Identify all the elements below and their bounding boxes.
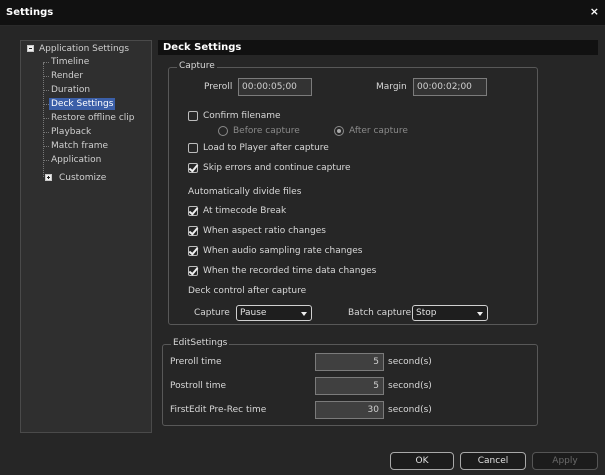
checkbox-box <box>188 246 198 256</box>
apply-button[interactable]: Apply <box>532 452 598 470</box>
tree-item-render[interactable]: Render <box>51 70 83 82</box>
checkbox-box <box>188 226 198 236</box>
close-icon[interactable]: × <box>590 5 599 18</box>
timecode-break-label: At timecode Break <box>203 206 287 216</box>
checkbox-box <box>188 111 198 121</box>
cancel-button[interactable]: Cancel <box>460 452 526 470</box>
audio-sampling-checkbox[interactable]: When audio sampling rate changes <box>188 246 362 256</box>
tree-connector <box>43 118 49 119</box>
margin-label: Margin <box>376 82 407 92</box>
confirm-filename-label: Confirm filename <box>203 111 281 121</box>
firstedit-field[interactable]: 30 <box>315 401 384 419</box>
load-to-player-checkbox[interactable]: Load to Player after capture <box>188 143 329 153</box>
tree-connector <box>43 76 49 77</box>
confirm-filename-checkbox[interactable]: Confirm filename <box>188 111 281 121</box>
postroll-time-field[interactable]: 5 <box>315 377 384 395</box>
before-capture-label: Before capture <box>233 126 300 136</box>
recorded-time-label: When the recorded time data changes <box>203 266 377 276</box>
window-title: Settings <box>6 7 54 18</box>
batch-capture-label: Batch capture <box>348 308 412 318</box>
batch-capture-value: Stop <box>416 308 437 318</box>
ok-button[interactable]: OK <box>390 452 454 470</box>
recorded-time-checkbox[interactable]: When the recorded time data changes <box>188 266 376 276</box>
timecode-break-checkbox[interactable]: At timecode Break <box>188 206 286 216</box>
checkbox-box <box>188 206 198 216</box>
preroll-label: Preroll <box>204 82 233 92</box>
tree-item-restore-offline-clip[interactable]: Restore offline clip <box>51 112 134 124</box>
tree-item-deck-settings[interactable]: Deck Settings <box>49 98 116 110</box>
panel-header: Deck Settings <box>158 40 598 55</box>
settings-window: Application Settings Timeline Render Dur… <box>0 26 605 475</box>
skip-errors-checkbox[interactable]: Skip errors and continue capture <box>188 163 351 173</box>
batch-capture-select[interactable]: Stop <box>412 305 488 321</box>
after-capture-radio[interactable]: After capture <box>334 126 408 136</box>
audio-sampling-label: When audio sampling rate changes <box>203 246 363 256</box>
aspect-ratio-label: When aspect ratio changes <box>203 226 326 236</box>
settings-tree[interactable]: Application Settings Timeline Render Dur… <box>20 40 152 433</box>
preroll-time-field[interactable]: 5 <box>315 353 384 371</box>
tree-item-match-frame[interactable]: Match frame <box>51 140 108 152</box>
radio-circle <box>218 126 228 136</box>
edit-settings-legend: EditSettings <box>171 338 230 348</box>
capture-legend: Capture <box>177 61 217 71</box>
tree-connector <box>43 62 49 63</box>
checkbox-box <box>188 143 198 153</box>
postroll-time-label: Postroll time <box>170 381 227 391</box>
collapse-icon[interactable] <box>27 45 34 52</box>
checkbox-box <box>188 266 198 276</box>
title-bar: Settings × <box>0 0 605 26</box>
postroll-time-unit: second(s) <box>388 381 432 391</box>
tree-item-timeline[interactable]: Timeline <box>51 56 89 68</box>
capture-mode-label: Capture <box>194 308 230 318</box>
auto-divide-label: Automatically divide files <box>188 187 302 197</box>
chevron-down-icon <box>301 312 307 316</box>
load-to-player-label: Load to Player after capture <box>203 143 329 153</box>
tree-connector <box>43 132 49 133</box>
tree-item-application[interactable]: Application <box>51 154 101 166</box>
tree-item-application-settings[interactable]: Application Settings <box>39 43 129 55</box>
expand-icon[interactable] <box>45 174 52 181</box>
tree-item-duration[interactable]: Duration <box>51 84 90 96</box>
preroll-time-label: Preroll time <box>170 357 222 367</box>
skip-errors-label: Skip errors and continue capture <box>203 163 351 173</box>
margin-field[interactable]: 00:00:02;00 <box>413 78 487 96</box>
tree-item-customize[interactable]: Customize <box>59 172 106 184</box>
before-capture-radio[interactable]: Before capture <box>218 126 300 136</box>
chevron-down-icon <box>477 312 483 316</box>
deck-control-label: Deck control after capture <box>188 286 307 296</box>
preroll-time-unit: second(s) <box>388 357 432 367</box>
tree-item-playback[interactable]: Playback <box>51 126 91 138</box>
capture-mode-value: Pause <box>240 308 267 318</box>
firstedit-label: FirstEdit Pre-Rec time <box>170 405 267 415</box>
aspect-ratio-checkbox[interactable]: When aspect ratio changes <box>188 226 326 236</box>
preroll-field[interactable]: 00:00:05;00 <box>238 78 312 96</box>
checkbox-box <box>188 163 198 173</box>
tree-connector <box>43 146 49 147</box>
firstedit-unit: second(s) <box>388 405 432 415</box>
after-capture-label: After capture <box>349 126 408 136</box>
tree-connector <box>43 160 49 161</box>
tree-connector <box>43 90 49 91</box>
capture-mode-select[interactable]: Pause <box>236 305 312 321</box>
radio-circle <box>334 126 344 136</box>
